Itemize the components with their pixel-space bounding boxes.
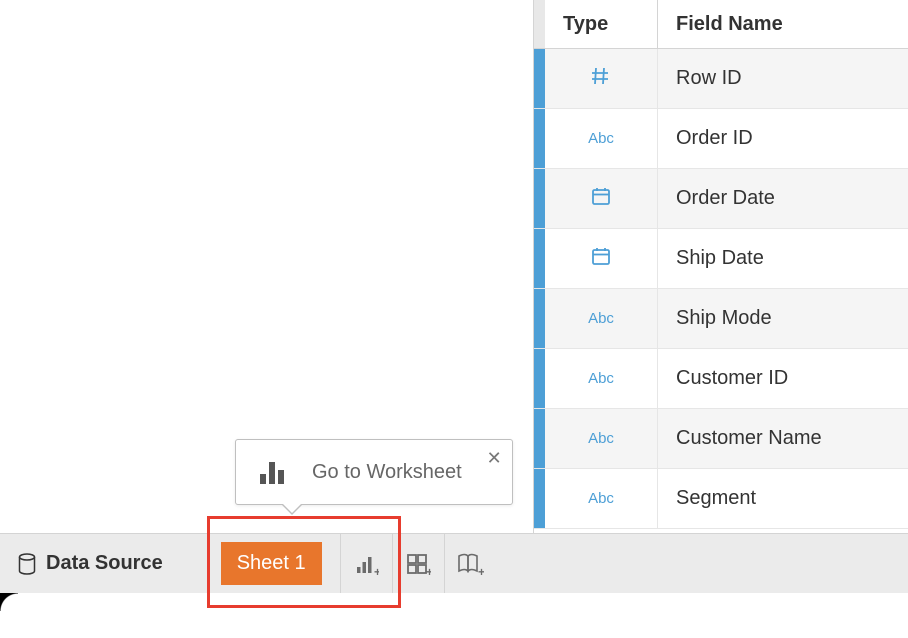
field-name-cell: Customer ID: [658, 349, 908, 408]
field-name-cell: Ship Mode: [658, 289, 908, 348]
tooltip-arrow: [281, 504, 303, 515]
type-cell: [545, 229, 658, 288]
field-name-cell: Order Date: [658, 169, 908, 228]
svg-text:+: +: [426, 565, 431, 577]
new-worksheet-icon: +: [353, 551, 379, 577]
row-accent-bar: [534, 229, 545, 288]
new-story-button[interactable]: +: [444, 534, 496, 594]
new-dashboard-icon: +: [405, 551, 431, 577]
type-cell: Abc: [545, 109, 658, 168]
header-edge: [534, 0, 545, 48]
type-cell: [545, 49, 658, 108]
new-story-icon: +: [456, 551, 484, 577]
row-accent-bar: [534, 469, 545, 528]
field-name-cell: Order ID: [658, 109, 908, 168]
type-cell: Abc: [545, 349, 658, 408]
table-row[interactable]: Ship Date: [534, 229, 908, 289]
row-accent-bar: [534, 49, 545, 108]
table-row[interactable]: Abc Customer Name: [534, 409, 908, 469]
data-source-tab[interactable]: Data Source: [0, 534, 181, 593]
field-list-table: Type Field Name Row ID Abc Order IDOrder D…: [534, 0, 908, 533]
data-source-label: Data Source: [46, 552, 163, 575]
text-icon: Abc: [588, 490, 614, 507]
svg-text:+: +: [478, 565, 484, 577]
field-name-cell: Customer Name: [658, 409, 908, 468]
table-row[interactable]: Abc Ship Mode: [534, 289, 908, 349]
database-icon: [18, 553, 36, 575]
new-worksheet-button[interactable]: +: [340, 534, 392, 594]
text-icon: Abc: [588, 370, 614, 387]
field-name-cell: Row ID: [658, 49, 908, 108]
type-cell: Abc: [545, 469, 658, 528]
svg-text:+: +: [374, 565, 379, 577]
bar-chart-icon: [256, 458, 290, 486]
table-header-row: Type Field Name: [534, 0, 908, 49]
calendar-icon: [591, 186, 611, 211]
field-name-cell: Segment: [658, 469, 908, 528]
row-accent-bar: [534, 109, 545, 168]
go-to-worksheet-tooltip: Go to Worksheet ✕: [235, 439, 513, 505]
table-row[interactable]: Abc Customer ID: [534, 349, 908, 409]
type-cell: Abc: [545, 289, 658, 348]
number-icon: [591, 66, 611, 92]
table-row[interactable]: Row ID: [534, 49, 908, 109]
window-bottom-edge: [0, 593, 908, 638]
text-icon: Abc: [588, 430, 614, 447]
row-accent-bar: [534, 409, 545, 468]
close-icon[interactable]: ✕: [487, 448, 502, 469]
table-row[interactable]: Order Date: [534, 169, 908, 229]
row-accent-bar: [534, 289, 545, 348]
row-accent-bar: [534, 169, 545, 228]
calendar-icon: [591, 246, 611, 271]
row-accent-bar: [534, 349, 545, 408]
bottom-tab-bar: Data Source Sheet 1 + + +: [0, 533, 908, 593]
column-header-type[interactable]: Type: [545, 0, 658, 48]
tooltip-text: Go to Worksheet: [312, 461, 462, 484]
table-row[interactable]: Abc Segment: [534, 469, 908, 529]
sheet-tab-1[interactable]: Sheet 1: [221, 542, 322, 585]
text-icon: Abc: [588, 310, 614, 327]
new-dashboard-button[interactable]: +: [392, 534, 444, 594]
text-icon: Abc: [588, 130, 614, 147]
table-row[interactable]: Abc Order ID: [534, 109, 908, 169]
type-cell: [545, 169, 658, 228]
column-header-field-name[interactable]: Field Name: [658, 0, 908, 48]
field-name-cell: Ship Date: [658, 229, 908, 288]
type-cell: Abc: [545, 409, 658, 468]
